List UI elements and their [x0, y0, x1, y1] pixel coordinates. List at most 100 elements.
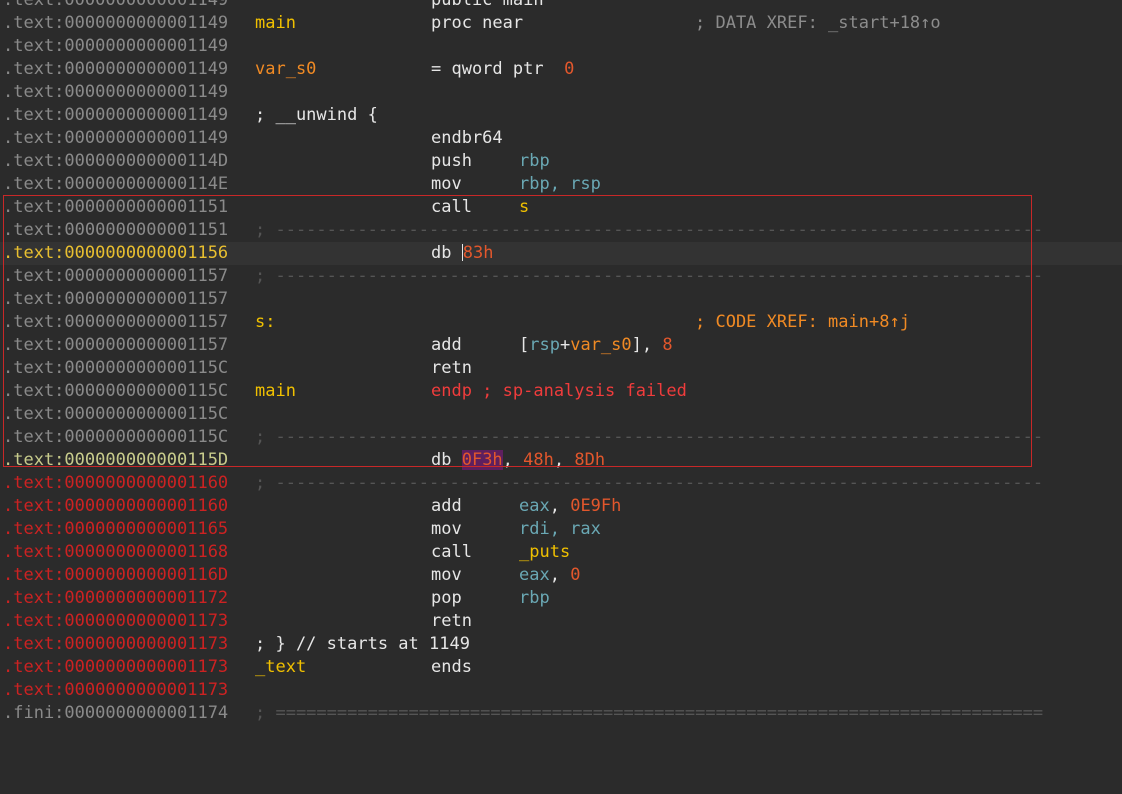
operand-immediate: 0E9Fh: [570, 496, 622, 516]
unwind-end-comment: ; } // starts at 1149: [255, 634, 470, 654]
xref-comment[interactable]: ; DATA XREF: _start+18↑o: [695, 12, 941, 35]
listing-line[interactable]: .text:000000000000115C: [0, 403, 1122, 426]
line-address: .text:0000000000001156: [3, 243, 229, 263]
listing-line[interactable]: .text:0000000000001149: [0, 81, 1122, 104]
listing-line[interactable]: .text:0000000000001173: [0, 679, 1122, 702]
separator-line: ; --------------------------------------…: [255, 266, 1044, 286]
directive: public main: [431, 0, 544, 10]
listing-line[interactable]: .text:0000000000001149 endbr64: [0, 127, 1122, 150]
byte-value[interactable]: 83h: [463, 243, 494, 263]
stack-var-label[interactable]: var_s0: [255, 58, 316, 81]
separator-line: ; --------------------------------------…: [255, 220, 1044, 240]
listing-line[interactable]: .text:000000000000114D push rbp: [0, 150, 1122, 173]
mnemonic: mov: [431, 174, 462, 194]
line-address: .text:0000000000001157: [3, 335, 229, 355]
listing-line[interactable]: .text:0000000000001157: [0, 288, 1122, 311]
line-address: .text:0000000000001149: [3, 13, 229, 33]
listing-line[interactable]: .fini:0000000000001174 ; ===============…: [0, 702, 1122, 725]
listing-line[interactable]: .text:0000000000001173 ; } // starts at …: [0, 633, 1122, 656]
operand-bracket: ],: [631, 335, 663, 355]
listing-line[interactable]: .text:0000000000001149: [0, 35, 1122, 58]
listing-line[interactable]: .text:0000000000001168 call _puts: [0, 541, 1122, 564]
segment-label[interactable]: _text: [255, 656, 306, 679]
line-address: .text:0000000000001172: [3, 588, 229, 608]
line-address: .text:0000000000001173: [3, 680, 229, 700]
listing-line[interactable]: .text:0000000000001149 ; __unwind {: [0, 104, 1122, 127]
separator-line: ; --------------------------------------…: [255, 427, 1044, 447]
stack-var-type: = qword ptr: [431, 59, 544, 79]
operand-bracket: [: [519, 335, 530, 355]
listing-line[interactable]: .text:0000000000001151 call s: [0, 196, 1122, 219]
function-label[interactable]: main: [255, 380, 296, 403]
operand[interactable]: eax, 0: [519, 564, 580, 587]
listing-line[interactable]: .text:0000000000001149 var_s0 = qword pt…: [0, 58, 1122, 81]
listing-line[interactable]: .text:000000000000115C ; ---------------…: [0, 426, 1122, 449]
operand[interactable]: eax, 0E9Fh: [519, 495, 621, 518]
mnemonic: mov: [431, 565, 462, 585]
mnemonic: pop: [431, 588, 462, 608]
listing-line[interactable]: .text:0000000000001149 public main: [0, 0, 1122, 12]
listing-line[interactable]: .text:0000000000001172 pop rbp: [0, 587, 1122, 610]
line-address: .text:000000000000115C: [3, 358, 229, 378]
listing-line[interactable]: .text:0000000000001173 retn: [0, 610, 1122, 633]
listing-line[interactable]: .text:0000000000001151 ; ---------------…: [0, 219, 1122, 242]
operand-register[interactable]: rbp, rsp: [519, 173, 601, 196]
line-address: .fini:0000000000001174: [3, 703, 229, 723]
line-address: .text:0000000000001160: [3, 496, 229, 516]
listing-line[interactable]: .text:0000000000001165 mov rdi, rax: [0, 518, 1122, 541]
line-address: .text:000000000000115C: [3, 381, 229, 401]
listing-line[interactable]: .text:000000000000115D db 0F3h, 48h, 8Dh: [0, 449, 1122, 472]
function-label[interactable]: main: [255, 12, 296, 35]
listing-line[interactable]: .text:000000000000116D mov eax, 0: [0, 564, 1122, 587]
mnemonic: retn: [431, 358, 472, 378]
line-address: .text:0000000000001149: [3, 0, 229, 10]
byte-value[interactable]: 8Dh: [574, 450, 605, 470]
listing-line[interactable]: .text:0000000000001157 ; ---------------…: [0, 265, 1122, 288]
call-target[interactable]: _puts: [519, 541, 570, 564]
listing-line[interactable]: .text:000000000000115C main endp ; sp-an…: [0, 380, 1122, 403]
separator-line: ; --------------------------------------…: [255, 473, 1044, 493]
line-address: .text:0000000000001149: [3, 105, 229, 125]
line-address: .text:0000000000001149: [3, 82, 229, 102]
line-address: .text:0000000000001160: [3, 473, 229, 493]
directive: proc near: [431, 13, 524, 33]
line-address: .text:000000000000115D: [3, 450, 229, 470]
listing-line[interactable]: .text:0000000000001157 add [rsp+var_s0],…: [0, 334, 1122, 357]
listing-line[interactable]: .text:0000000000001149 main proc near ; …: [0, 12, 1122, 35]
endp-error: endp ; sp-analysis failed: [431, 381, 687, 401]
line-address: .text:0000000000001173: [3, 657, 229, 677]
line-address: .text:000000000000115C: [3, 404, 229, 424]
numeric-operand: 0: [564, 59, 575, 79]
operand-register[interactable]: rbp: [519, 587, 550, 610]
listing-line[interactable]: .text:000000000000115C retn: [0, 357, 1122, 380]
db-directive: db: [431, 243, 462, 263]
mnemonic: push: [431, 151, 472, 171]
comma: ,: [553, 450, 575, 470]
listing-line[interactable]: .text:0000000000001173 _text ends: [0, 656, 1122, 679]
listing-line-current[interactable]: .text:0000000000001156 db 83h: [0, 242, 1122, 265]
data-byte: db 83h: [431, 242, 493, 265]
line-address: .text:0000000000001151: [3, 220, 229, 240]
mnemonic: add: [431, 496, 462, 516]
operand-register[interactable]: rdi, rax: [519, 518, 601, 541]
xref-comment[interactable]: ; CODE XREF: main+8↑j: [695, 311, 910, 334]
mnemonic: add: [431, 335, 462, 355]
byte-value-highlighted[interactable]: 0F3h: [461, 450, 503, 470]
listing-line[interactable]: .text:000000000000114E mov rbp, rsp: [0, 173, 1122, 196]
line-address: .text:0000000000001157: [3, 312, 229, 332]
operand-register[interactable]: rbp: [519, 150, 550, 173]
operand[interactable]: [rsp+var_s0], 8: [519, 334, 673, 357]
line-address: .text:0000000000001168: [3, 542, 229, 562]
line-address: .text:0000000000001149: [3, 36, 229, 56]
line-address: .text:0000000000001149: [3, 59, 229, 79]
operand-stack-var: var_s0: [570, 335, 632, 355]
disassembly-listing[interactable]: .text:0000000000001149 public main .text…: [0, 0, 1122, 725]
listing-line[interactable]: .text:0000000000001157 s: ; CODE XREF: m…: [0, 311, 1122, 334]
call-target[interactable]: s: [519, 196, 529, 219]
line-address: .text:0000000000001173: [3, 634, 229, 654]
byte-value[interactable]: 48h: [523, 450, 554, 470]
code-label[interactable]: s:: [255, 311, 275, 334]
listing-line[interactable]: .text:0000000000001160 add eax, 0E9Fh: [0, 495, 1122, 518]
comma: ,: [549, 496, 571, 516]
listing-line[interactable]: .text:0000000000001160 ; ---------------…: [0, 472, 1122, 495]
